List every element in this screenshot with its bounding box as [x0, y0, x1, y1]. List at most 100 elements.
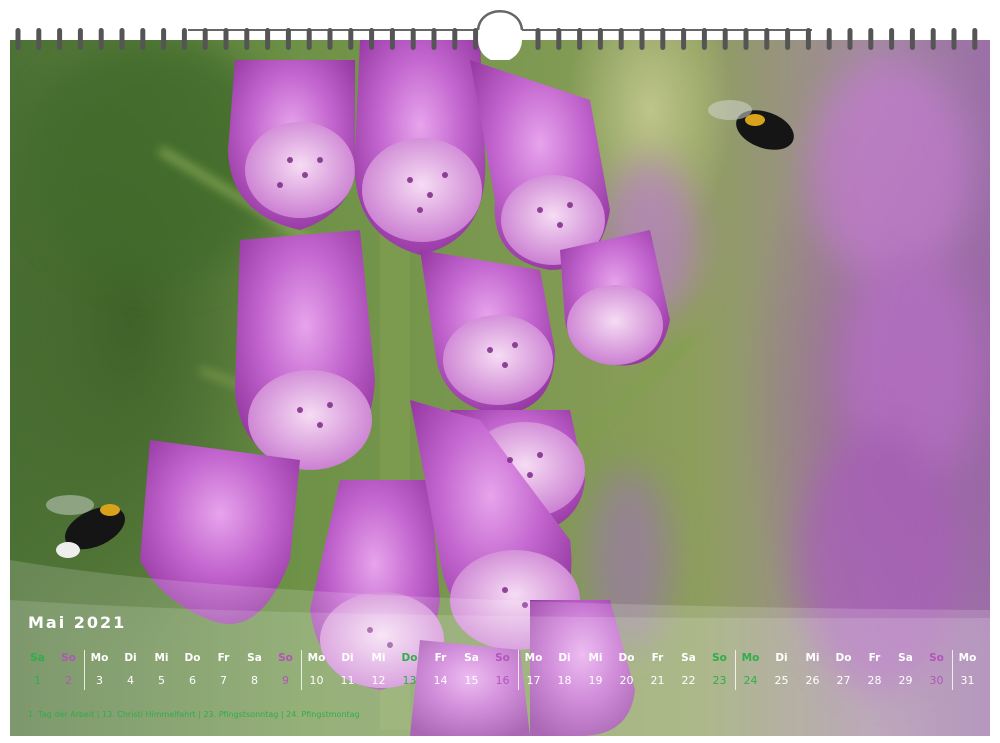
date-number: 14	[433, 674, 448, 687]
weekday-label: Sa	[464, 652, 479, 664]
weekday-label: Mo	[90, 652, 109, 664]
binding-coil	[452, 28, 458, 50]
binding-coil	[535, 28, 541, 50]
date-number: 11	[340, 674, 355, 687]
binding-coil	[15, 28, 21, 50]
weekday-label: So	[61, 652, 76, 664]
weekday-label: Di	[775, 652, 788, 664]
weekday-label: Do	[184, 652, 201, 664]
weekday-label: Mi	[154, 652, 169, 664]
binding-coil	[972, 28, 978, 50]
weekday-label: Do	[401, 652, 418, 664]
binding-coil	[722, 28, 728, 50]
binding-coil	[868, 28, 874, 50]
binding-coil	[369, 28, 375, 50]
date-number: 26	[805, 674, 820, 687]
weekday-label: So	[929, 652, 944, 664]
date-number: 25	[774, 674, 789, 687]
date-number: 4	[127, 674, 134, 687]
date-number: 21	[650, 674, 665, 687]
weekday-label: Mi	[805, 652, 820, 664]
date-number: 8	[251, 674, 258, 687]
date-number: 22	[681, 674, 696, 687]
weekday-label: So	[712, 652, 727, 664]
date-number: 29	[898, 674, 913, 687]
binding-coil	[618, 28, 624, 50]
date-number: 9	[282, 674, 289, 687]
binding-coil	[36, 28, 42, 50]
binding-coil	[306, 28, 312, 50]
binding-coil	[327, 28, 333, 50]
date-number: 3	[96, 674, 103, 687]
binding-coil	[431, 28, 437, 50]
date-number: 15	[464, 674, 479, 687]
binding-coil	[826, 28, 832, 50]
binding-coil	[389, 28, 395, 50]
weekday-label: Fr	[217, 652, 230, 664]
binding-coil	[223, 28, 229, 50]
binding-coil	[181, 28, 187, 50]
binding-coil	[119, 28, 125, 50]
weekday-label: Mo	[524, 652, 543, 664]
weekday-label: Sa	[30, 652, 45, 664]
date-number: 10	[309, 674, 324, 687]
weekday-label: Do	[835, 652, 852, 664]
binding-coil	[764, 28, 770, 50]
date-number: 17	[526, 674, 541, 687]
binding-coil	[202, 28, 208, 50]
binding-coil	[410, 28, 416, 50]
weekday-label: Di	[341, 652, 354, 664]
binding-coil	[244, 28, 250, 50]
weekday-label: Fr	[434, 652, 447, 664]
date-number: 5	[158, 674, 165, 687]
date-number: 16	[495, 674, 510, 687]
date-number: 2	[65, 674, 72, 687]
date-number: 7	[220, 674, 227, 687]
date-number: 19	[588, 674, 603, 687]
weekday-label: Di	[558, 652, 571, 664]
binding-coil	[930, 28, 936, 50]
weekday-label: Mi	[371, 652, 386, 664]
weekday-label: Sa	[898, 652, 913, 664]
binding-coil	[660, 28, 666, 50]
binding-coil	[847, 28, 853, 50]
date-number: 30	[929, 674, 944, 687]
date-number: 28	[867, 674, 882, 687]
binding-coil	[556, 28, 562, 50]
binding-coil	[805, 28, 811, 50]
binding-coil	[951, 28, 957, 50]
date-number: 24	[743, 674, 758, 687]
binding-coil	[57, 28, 63, 50]
weekday-label: Do	[618, 652, 635, 664]
binding-coil	[140, 28, 146, 50]
binding-coil	[577, 28, 583, 50]
binding-coil	[348, 28, 354, 50]
binding-coil	[681, 28, 687, 50]
binding-coil	[473, 28, 479, 50]
date-number: 12	[371, 674, 386, 687]
binding-coil	[743, 28, 749, 50]
weekday-label: Sa	[681, 652, 696, 664]
binding-coil	[785, 28, 791, 50]
date-number: 6	[189, 674, 196, 687]
binding-coil	[285, 28, 291, 50]
binding-coil	[77, 28, 83, 50]
weekday-label: So	[278, 652, 293, 664]
weekday-label: Fr	[651, 652, 664, 664]
binding-coil	[889, 28, 895, 50]
binding-coil	[909, 28, 915, 50]
weekday-label: Mo	[307, 652, 326, 664]
spiral-binding-icon	[15, 10, 978, 60]
weekday-label: Fr	[868, 652, 881, 664]
binding-coil	[161, 28, 167, 50]
date-number: 31	[960, 674, 975, 687]
holidays-note: 1. Tag der Arbeit | 13. Christi Himmelfa…	[28, 710, 360, 719]
weekday-label: Sa	[247, 652, 262, 664]
weekday-label: Di	[124, 652, 137, 664]
binding-coil	[265, 28, 271, 50]
month-title: Mai 2021	[28, 613, 127, 632]
date-number: 18	[557, 674, 572, 687]
weekday-label: So	[495, 652, 510, 664]
binding-coil	[597, 28, 603, 50]
weekday-label: Mo	[958, 652, 977, 664]
